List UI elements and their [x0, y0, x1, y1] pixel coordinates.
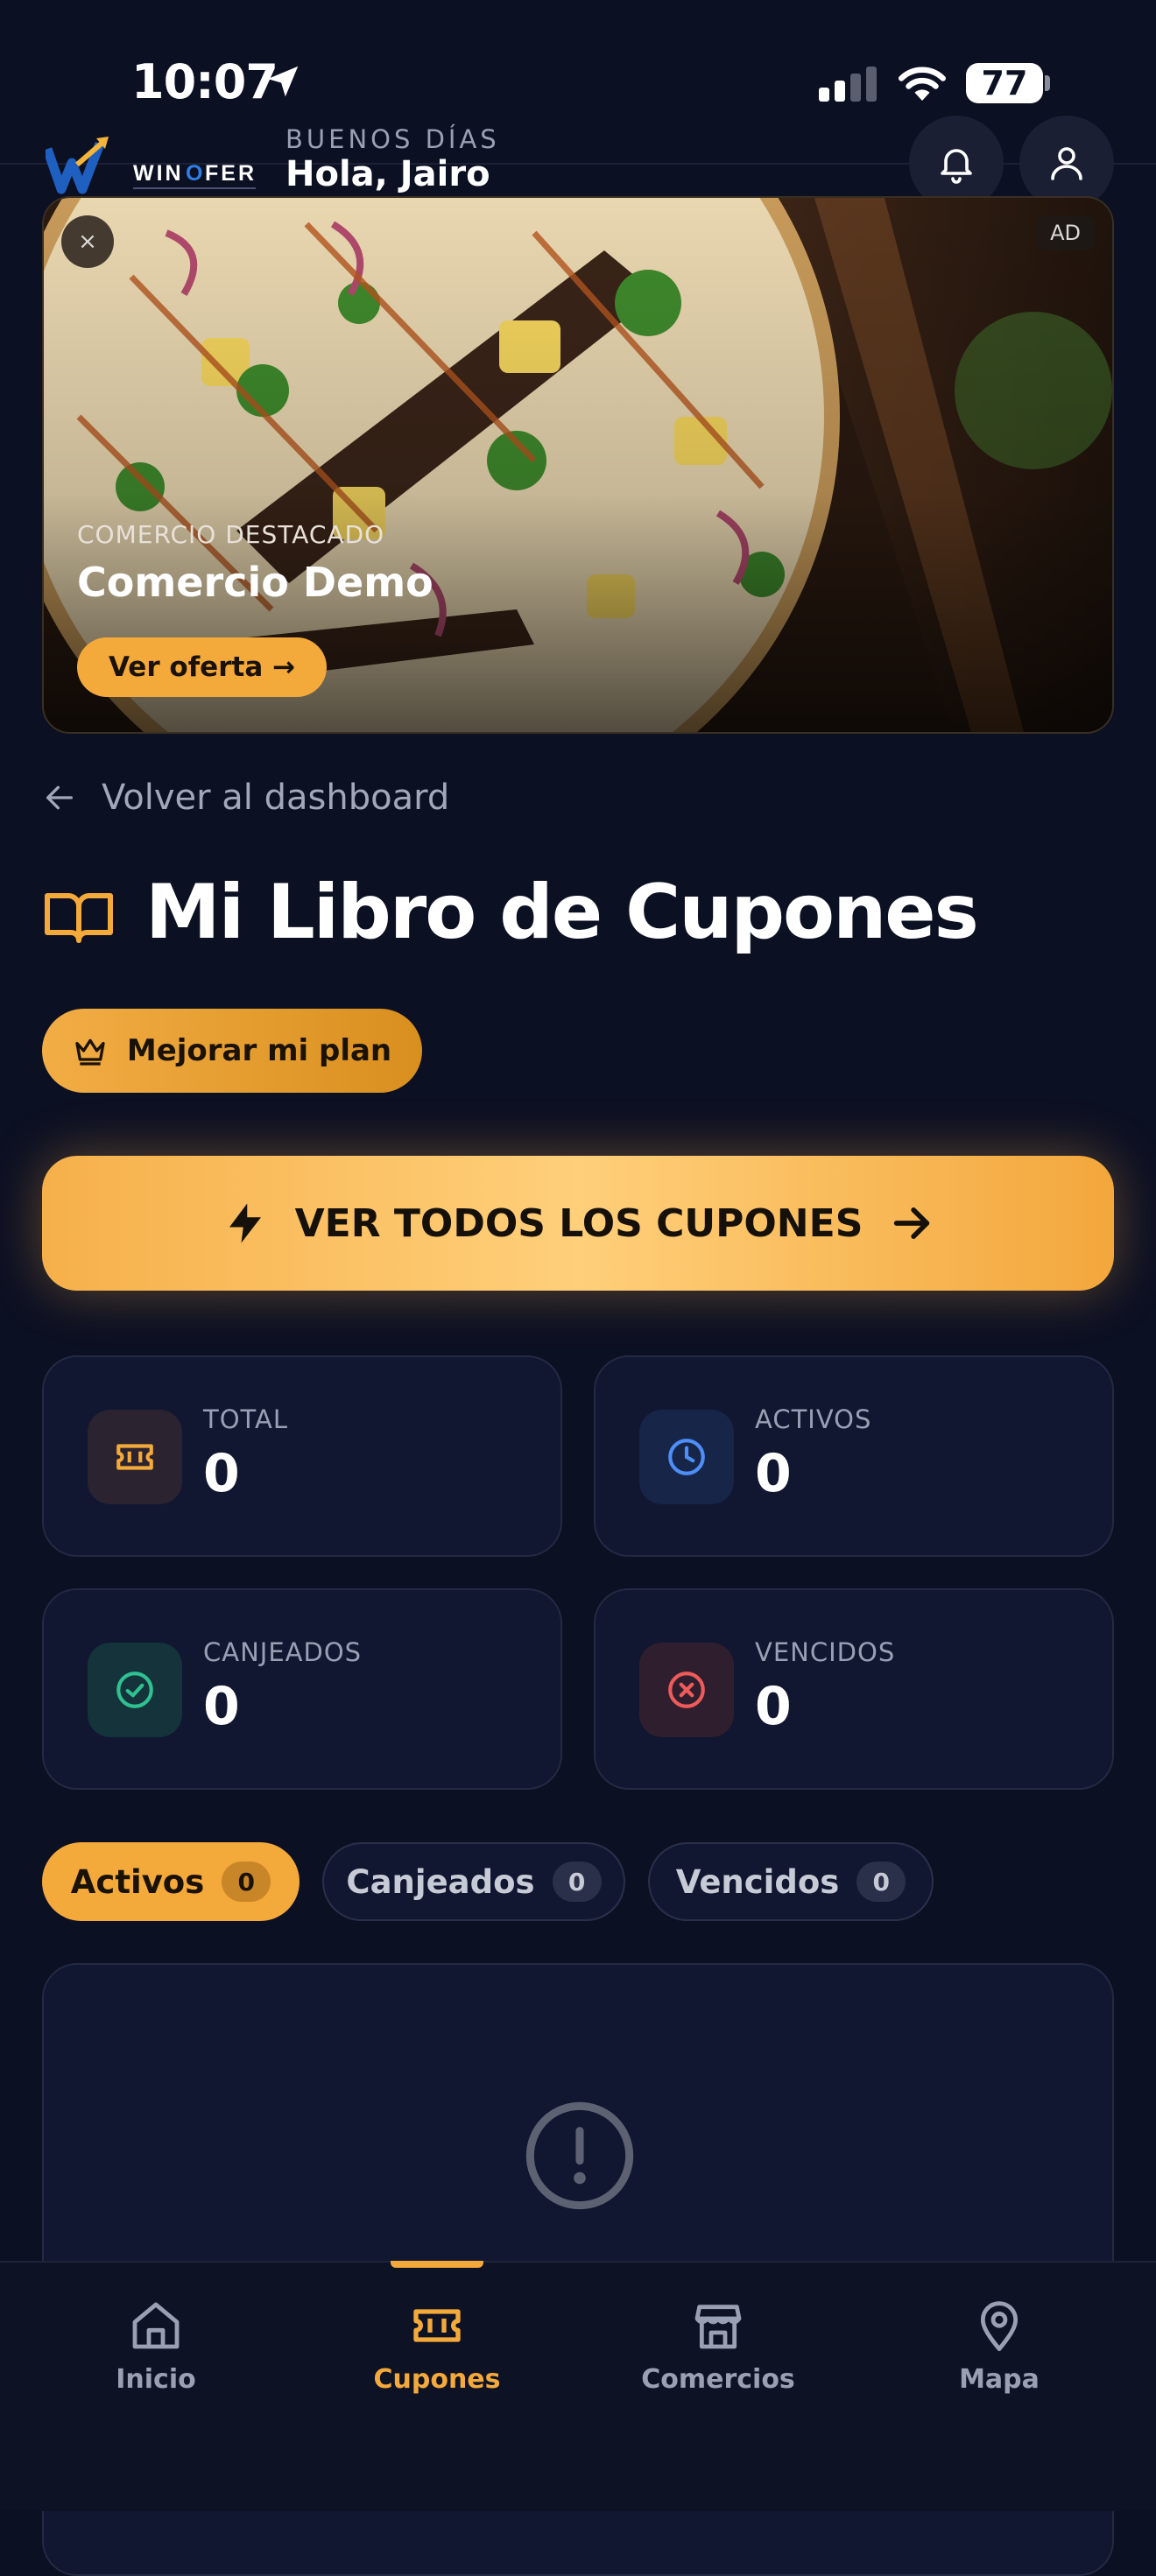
- book-open-icon: [45, 893, 113, 943]
- arrow-left-icon: [46, 785, 74, 810]
- clock-icon: [668, 1439, 705, 1475]
- user-greeting: Hola, Jairo: [285, 154, 490, 194]
- filter-label: Activos: [70, 1862, 205, 1901]
- stat-label: VENCIDOS: [755, 1637, 896, 1667]
- page-title: Mi Libro de Cupones: [145, 869, 979, 956]
- view-all-coupons-label: VER TODOS LOS CUPONES: [294, 1200, 863, 1246]
- filter-count-badge: 0: [222, 1862, 271, 1902]
- nav-label: Cupones: [373, 2364, 501, 2395]
- nav-item-map[interactable]: Mapa: [903, 2298, 1096, 2395]
- filter-tab-redeemed[interactable]: Canjeados 0: [322, 1842, 625, 1921]
- nav-label: Comercios: [641, 2364, 795, 2395]
- lightning-icon: [229, 1203, 261, 1243]
- greeting-label: BUENOS DÍAS: [285, 124, 500, 154]
- nav-item-coupons[interactable]: Cupones: [341, 2298, 533, 2395]
- arrow-right-icon: [894, 1207, 930, 1239]
- close-ad-button[interactable]: ×: [61, 215, 114, 268]
- user-icon: [1051, 147, 1082, 180]
- stat-card-expired: VENCIDOS 0: [594, 1588, 1114, 1790]
- wifi-icon: [899, 67, 946, 101]
- svg-text:WIN: WIN: [133, 161, 184, 186]
- crown-icon: [75, 1038, 105, 1066]
- bell-icon: [941, 149, 972, 184]
- stat-label: CANJEADOS: [203, 1637, 363, 1667]
- banner-title: Comercio Demo: [77, 559, 434, 606]
- alert-circle-icon: [525, 2101, 634, 2210]
- stat-icon-wrap: [639, 1643, 734, 1737]
- filter-label: Vencidos: [675, 1862, 840, 1901]
- status-time: 10:07: [131, 54, 278, 109]
- stat-value: 0: [755, 1676, 792, 1737]
- back-to-dashboard-link[interactable]: Volver al dashboard: [42, 778, 449, 818]
- back-label: Volver al dashboard: [102, 778, 450, 818]
- battery-indicator: 77: [966, 63, 1043, 103]
- stat-value: 0: [203, 1676, 240, 1737]
- x-circle-icon: [668, 1672, 705, 1708]
- nav-label: Mapa: [959, 2364, 1040, 2395]
- filter-count-badge: 0: [552, 1862, 602, 1902]
- stat-icon-wrap: [639, 1410, 734, 1504]
- svg-text:FER: FER: [205, 161, 257, 186]
- ad-label: AD: [1036, 215, 1095, 250]
- store-icon: [694, 2305, 742, 2349]
- check-circle-icon: [116, 1672, 153, 1708]
- view-offer-label: Ver oferta →: [109, 651, 296, 683]
- nav-item-stores[interactable]: Comercios: [622, 2298, 814, 2395]
- filter-label: Canjeados: [346, 1862, 535, 1901]
- stat-value: 0: [755, 1443, 792, 1504]
- stat-value: 0: [203, 1443, 240, 1504]
- active-tab-indicator: [391, 2261, 483, 2268]
- filter-count-badge: 0: [856, 1862, 906, 1902]
- location-arrow-icon: [267, 66, 299, 97]
- nav-item-home[interactable]: Inicio: [60, 2298, 252, 2395]
- stat-card-redeemed: CANJEADOS 0: [42, 1588, 562, 1790]
- ticket-icon: [413, 2309, 461, 2342]
- map-pin-icon: [980, 2301, 1019, 2352]
- banner-kicker: COMERCIO DESTACADO: [77, 520, 385, 549]
- stat-icon-wrap: [88, 1643, 182, 1737]
- brand-logo[interactable]: WIN O FER: [42, 131, 264, 194]
- filter-tab-expired[interactable]: Vencidos 0: [648, 1842, 934, 1921]
- featured-ad-banner[interactable]: × AD COMERCIO DESTACADO Comercio Demo Ve…: [42, 196, 1114, 734]
- home-icon: [132, 2302, 180, 2349]
- battery-nub: [1045, 75, 1050, 91]
- svg-text:O: O: [186, 161, 205, 186]
- stat-card-total: TOTAL 0: [42, 1355, 562, 1557]
- upgrade-plan-label: Mejorar mi plan: [126, 1033, 392, 1068]
- nav-label: Inicio: [116, 2364, 196, 2395]
- ticket-icon: [116, 1444, 153, 1470]
- cellular-signal-icon: [819, 65, 880, 102]
- stat-label: ACTIVOS: [755, 1404, 872, 1434]
- view-all-coupons-button[interactable]: VER TODOS LOS CUPONES: [42, 1156, 1114, 1291]
- stat-label: TOTAL: [203, 1404, 288, 1434]
- stat-icon-wrap: [88, 1410, 182, 1504]
- stat-card-active: ACTIVOS 0: [594, 1355, 1114, 1557]
- upgrade-plan-button[interactable]: Mejorar mi plan: [42, 1009, 422, 1093]
- filter-tab-active[interactable]: Activos 0: [42, 1842, 300, 1921]
- view-offer-button[interactable]: Ver oferta →: [77, 637, 328, 697]
